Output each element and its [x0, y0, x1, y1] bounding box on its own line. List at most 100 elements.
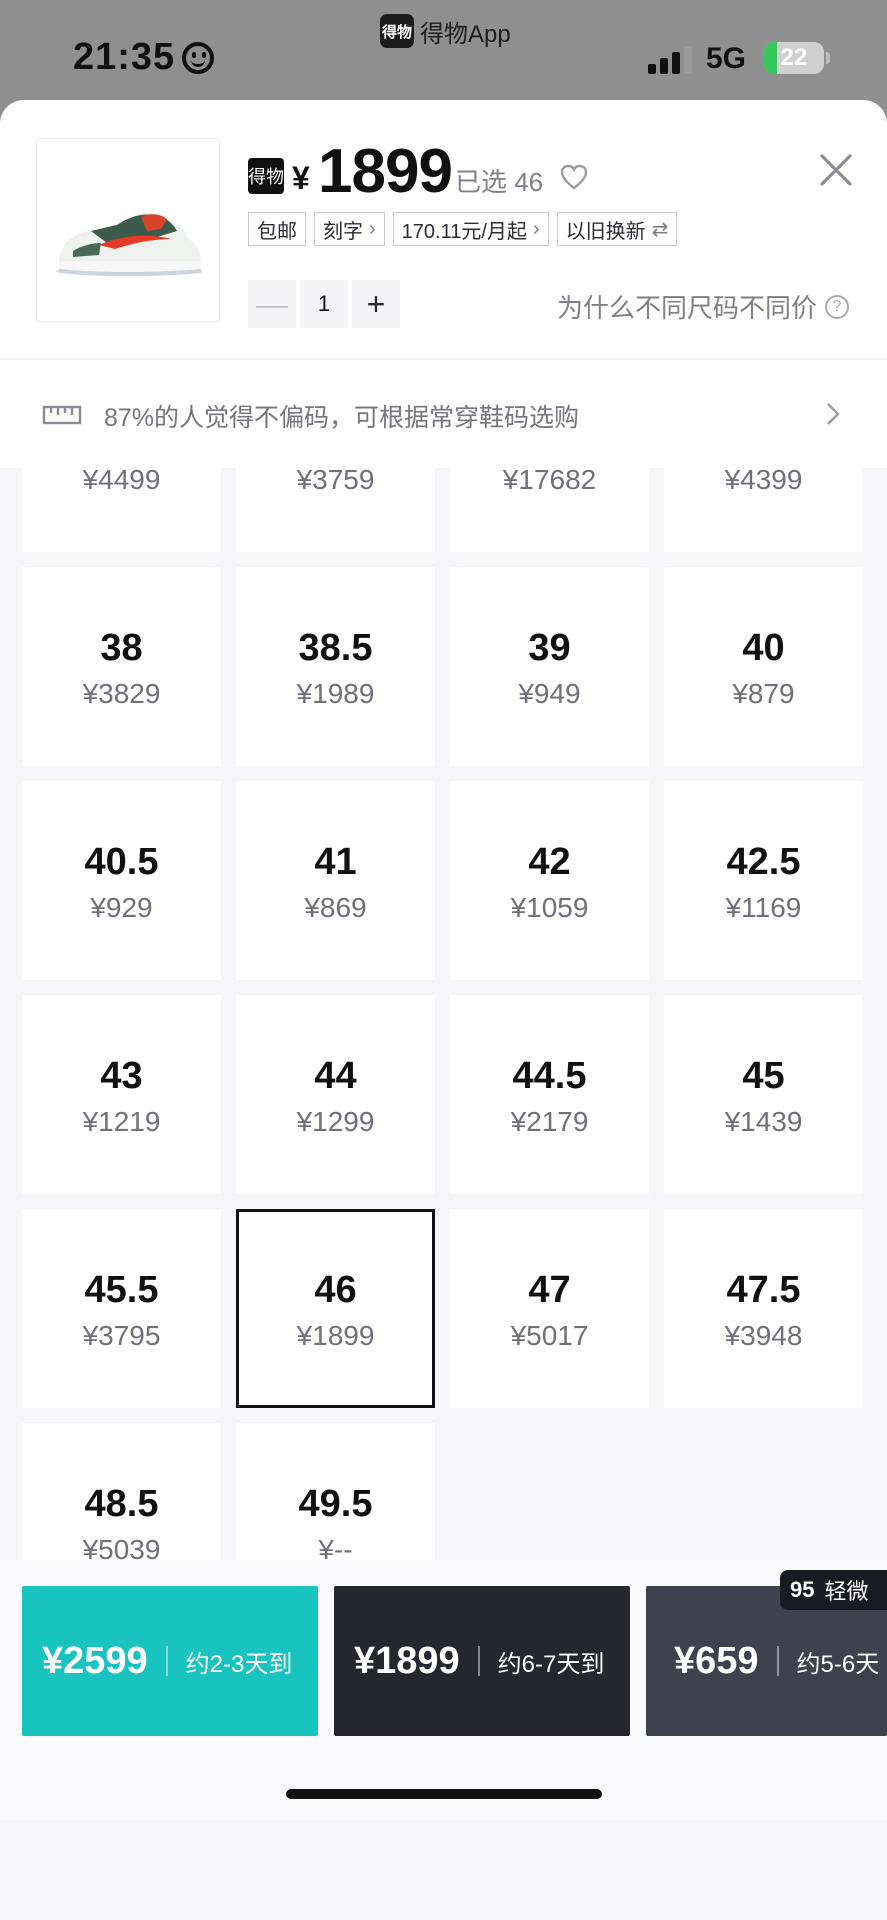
quantity-value[interactable]: 1: [300, 280, 348, 328]
size-option[interactable]: ¥17682: [450, 468, 649, 552]
size-option[interactable]: 44 ¥1299: [236, 995, 435, 1194]
tag-installment[interactable]: 170.11元/月起 ›: [392, 212, 549, 246]
size-option[interactable]: 40.5 ¥929: [22, 781, 221, 980]
heart-icon[interactable]: [560, 164, 588, 195]
ruler-icon: [42, 405, 82, 425]
size-option[interactable]: 39 ¥949: [450, 567, 649, 766]
size-price: ¥879: [732, 677, 795, 709]
home-indicator[interactable]: [286, 1789, 602, 1799]
selected-size-text: 已选 46: [455, 167, 544, 197]
battery-tip: [826, 52, 830, 64]
size-label: 45.5: [84, 1268, 159, 1311]
size-price: ¥3795: [82, 1319, 161, 1351]
size-label: 38: [100, 626, 143, 669]
product-image[interactable]: [36, 138, 220, 322]
size-label: 42: [528, 840, 571, 883]
size-label: 47.5: [726, 1268, 801, 1311]
size-option[interactable]: 42 ¥1059: [450, 781, 649, 980]
purchase-options-bar: ¥2599 约2-3天到 ¥1899 约6-7天到 ¥659 约5-6天 95 …: [0, 1560, 887, 1820]
product-header: 得物 ¥ 1899 已选 46 包邮 刻字 › 170.11元/月起 › 以旧换新 ⇄…: [0, 100, 887, 360]
size-option[interactable]: 47 ¥5017: [450, 1209, 649, 1408]
size-price: ¥1899: [296, 1319, 375, 1351]
size-option[interactable]: ¥4499: [22, 468, 221, 552]
size-label: 44: [314, 1054, 357, 1097]
size-price: ¥949: [518, 677, 581, 709]
price-currency: ¥: [292, 160, 310, 196]
size-price: ¥3759: [296, 468, 375, 495]
size-label: 42.5: [726, 840, 801, 883]
option-separator: [776, 1646, 779, 1676]
size-option[interactable]: 46 ¥1899: [236, 1209, 435, 1408]
size-label: 45: [742, 1054, 785, 1097]
size-price: ¥869: [304, 891, 367, 923]
size-label: 46: [314, 1268, 357, 1311]
option-eta: 约2-3天到: [185, 1650, 293, 1678]
brand-logo-icon: 得物: [248, 158, 284, 194]
size-price: ¥4399: [724, 468, 803, 495]
help-icon: ?: [825, 294, 849, 319]
condition-label: 轻微: [824, 1579, 869, 1604]
size-option[interactable]: 44.5 ¥2179: [450, 995, 649, 1194]
close-icon: [820, 154, 852, 186]
size-price: ¥929: [90, 891, 153, 923]
battery-level: 22: [780, 44, 808, 71]
option-separator: [165, 1646, 168, 1676]
size-price: ¥3948: [724, 1319, 803, 1351]
size-label: 40: [742, 626, 785, 669]
size-price: ¥1989: [296, 677, 375, 709]
increase-button[interactable]: +: [352, 280, 400, 328]
tag-engraving[interactable]: 刻字 ›: [314, 212, 385, 246]
size-option[interactable]: 45 ¥1439: [664, 995, 863, 1194]
size-label: 48.5: [84, 1482, 159, 1525]
option-price: ¥659: [674, 1639, 759, 1682]
size-price: ¥2179: [510, 1105, 589, 1137]
buy-option-fast[interactable]: ¥2599 约2-3天到: [22, 1586, 318, 1736]
network-type: 5G: [706, 42, 747, 75]
why-price-link[interactable]: 为什么不同尺码不同价 ?: [557, 288, 849, 325]
option-price: ¥2599: [42, 1639, 148, 1682]
size-grid: ¥4499 ¥3759 ¥17682 ¥4399 38 ¥3829 38.5 ¥1989 39 ¥…: [22, 468, 865, 1622]
tag-free-shipping[interactable]: 包邮: [248, 212, 306, 246]
size-label: 43: [100, 1054, 143, 1097]
size-label: 47: [528, 1268, 571, 1311]
size-option[interactable]: 42.5 ¥1169: [664, 781, 863, 980]
size-label: 38.5: [298, 626, 373, 669]
chevron-right-icon: [827, 403, 840, 425]
size-option[interactable]: 38.5 ¥1989: [236, 567, 435, 766]
size-label: 39: [528, 626, 571, 669]
condition-score: 95: [790, 1577, 815, 1602]
status-time: 21:35: [73, 36, 176, 78]
condition-badge: 95 轻微: [780, 1570, 887, 1610]
size-option[interactable]: 41 ¥869: [236, 781, 435, 980]
product-price: 1899: [318, 137, 453, 206]
size-option[interactable]: ¥3759: [236, 468, 435, 552]
smile-icon: [182, 42, 214, 74]
size-price: ¥1439: [724, 1105, 803, 1137]
swap-icon: ⇄: [651, 218, 669, 241]
size-option[interactable]: ¥4399: [664, 468, 863, 552]
size-option[interactable]: 40 ¥879: [664, 567, 863, 766]
size-tip-text: 87%的人觉得不偏码，可根据常穿鞋码选购: [104, 404, 580, 432]
buy-option-standard[interactable]: ¥1899 约6-7天到: [334, 1586, 630, 1736]
size-price: ¥17682: [502, 468, 597, 495]
size-option[interactable]: 45.5 ¥3795: [22, 1209, 221, 1408]
size-price: ¥3829: [82, 677, 161, 709]
status-bar: 21:35 得物 得物App 5G 22: [0, 0, 887, 100]
option-eta: 约6-7天到: [497, 1650, 605, 1678]
size-label: 49.5: [298, 1482, 373, 1525]
tag-trade-in[interactable]: 以旧换新 ⇄: [556, 212, 678, 246]
chevron-right-icon: ›: [532, 217, 540, 240]
size-option[interactable]: 43 ¥1219: [22, 995, 221, 1194]
size-price: ¥4499: [82, 468, 161, 495]
size-tip-bar[interactable]: 87%的人觉得不偏码，可根据常穿鞋码选购: [0, 360, 887, 468]
decrease-button[interactable]: —: [248, 280, 296, 328]
chevron-right-icon: ›: [369, 217, 376, 240]
option-separator: [477, 1646, 480, 1676]
battery-icon: 22: [764, 42, 824, 74]
size-price: ¥1059: [510, 891, 589, 923]
close-button[interactable]: [812, 146, 860, 194]
option-price: ¥1899: [354, 1639, 460, 1682]
app-logo-icon: 得物: [380, 14, 414, 48]
size-option[interactable]: 38 ¥3829: [22, 567, 221, 766]
size-option[interactable]: 47.5 ¥3948: [664, 1209, 863, 1408]
